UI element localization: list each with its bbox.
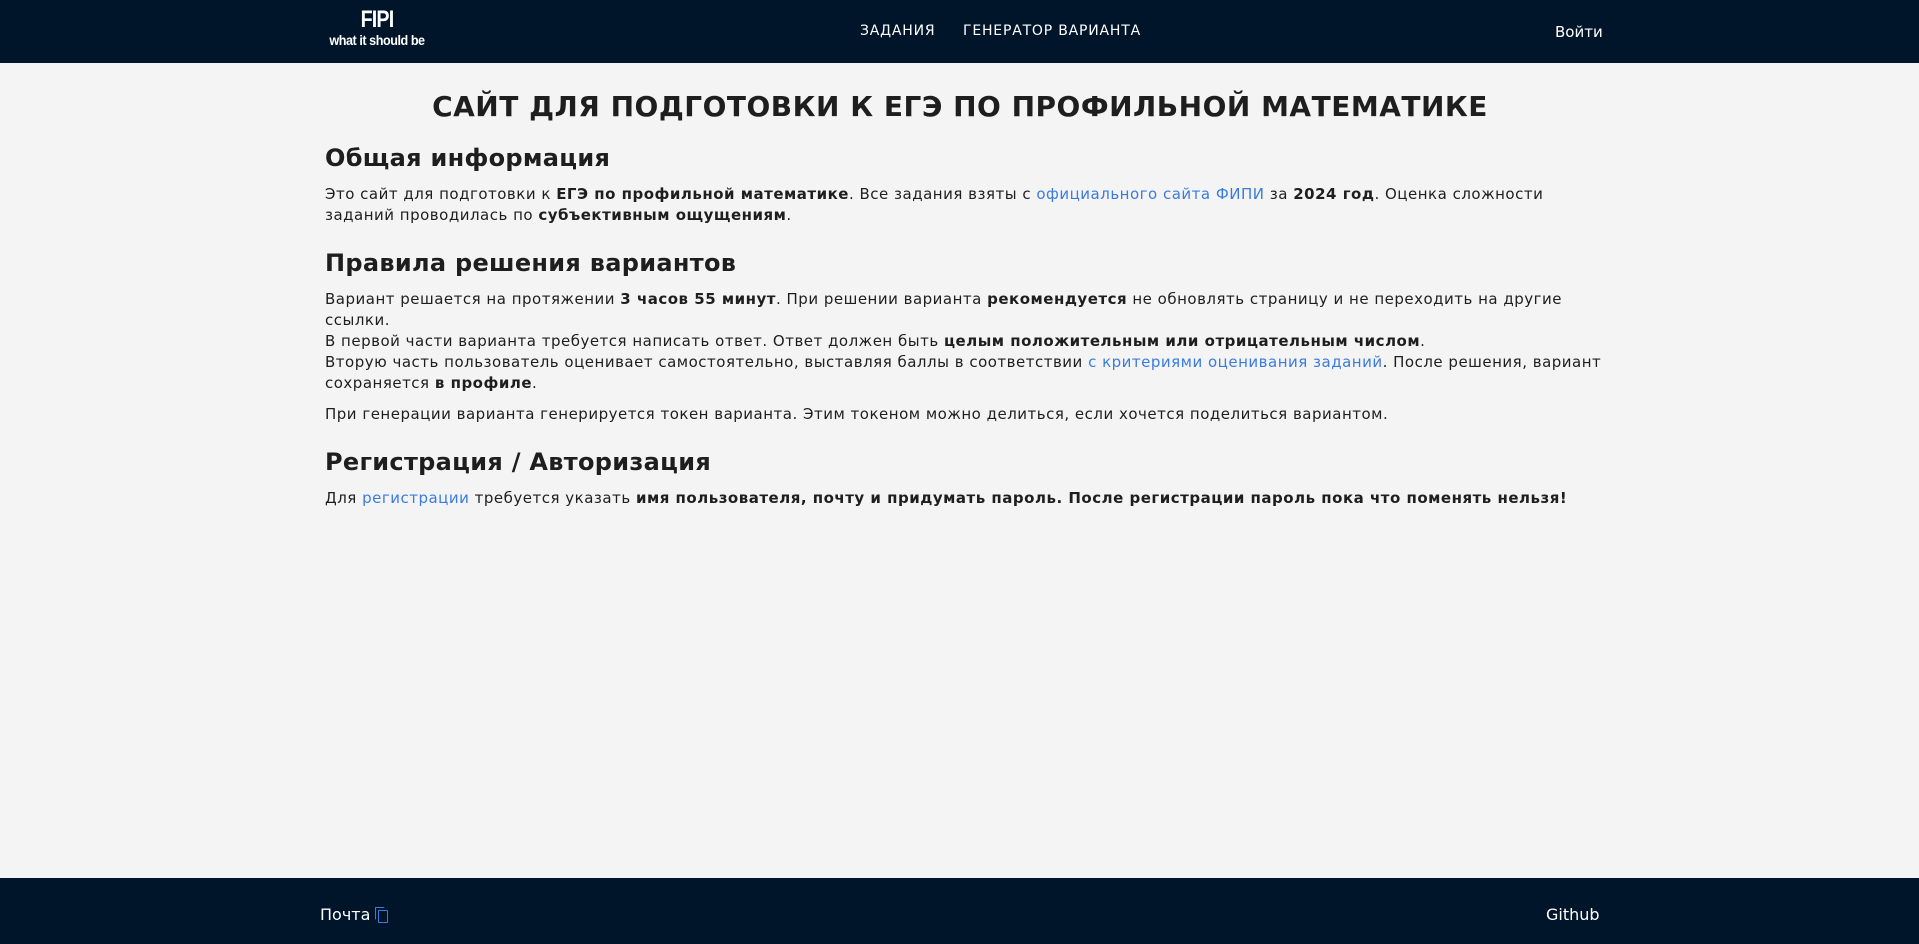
rules-section: Правила решения вариантов Вариант решает…: [325, 248, 1605, 425]
main-content: САЙТ ДЛЯ ПОДГОТОВКИ К ЕГЭ ПО ПРОФИЛЬНОЙ …: [325, 63, 1605, 509]
footer-mail: Почта: [320, 905, 389, 924]
token-info-text: При генерации варианта генерируется токе…: [325, 405, 1389, 423]
rules-text: Вариант решается на протяжении 3 часов 5…: [325, 290, 1602, 392]
auth-text: Для регистрации требуется указать имя по…: [325, 489, 1568, 507]
login-link[interactable]: Войти: [1555, 23, 1603, 41]
rules-heading: Правила решения вариантов: [325, 249, 737, 277]
general-info-text: Это сайт для подготовки к ЕГЭ по профиль…: [325, 185, 1544, 224]
page-title: САЙТ ДЛЯ ПОДГОТОВКИ К ЕГЭ ПО ПРОФИЛЬНОЙ …: [432, 90, 1488, 123]
main-nav: ЗАДАНИЯ ГЕНЕРАТОР ВАРИАНТА: [0, 0, 1919, 63]
top-navbar: FIPI what it should be ЗАДАНИЯ ГЕНЕРАТОР…: [0, 0, 1919, 63]
fipi-site-link[interactable]: официального сайта ФИПИ: [1036, 185, 1264, 203]
general-info-section: Общая информация Это сайт для подготовки…: [325, 143, 1605, 226]
auth-section: Регистрация / Авторизация Для регистраци…: [325, 447, 1605, 509]
general-info-heading: Общая информация: [325, 144, 611, 172]
footer: Почта Github: [0, 878, 1919, 944]
nav-variant-generator-link[interactable]: ГЕНЕРАТОР ВАРИАНТА: [963, 23, 1141, 39]
grading-criteria-link[interactable]: с критериями оценивания заданий: [1088, 353, 1383, 371]
nav-tasks-link[interactable]: ЗАДАНИЯ: [860, 23, 935, 39]
auth-heading: Регистрация / Авторизация: [325, 448, 712, 476]
copy-icon[interactable]: [375, 907, 389, 923]
registration-link[interactable]: регистрации: [362, 489, 469, 507]
github-link[interactable]: Github: [1546, 905, 1600, 924]
mail-label: Почта: [320, 905, 371, 924]
